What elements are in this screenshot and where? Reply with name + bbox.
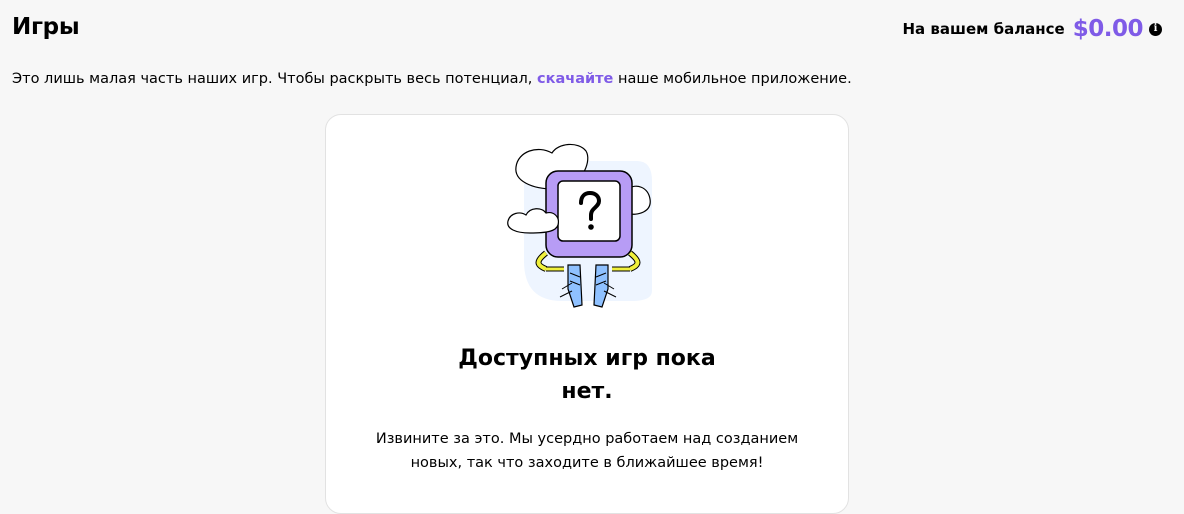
balance-amount: $0.00	[1072, 16, 1144, 42]
empty-state-illustration	[507, 143, 652, 308]
empty-state-title: Доступных игр пока нет.	[458, 346, 716, 404]
intro-text: Это лишь малая часть наших игр. Чтобы ра…	[12, 71, 852, 87]
balance-section: На вашем балансе $0.00 i	[902, 14, 1162, 44]
intro-text-after: наше мобильное приложение.	[613, 71, 852, 87]
page-title: Игры	[12, 14, 80, 40]
download-link[interactable]: скачайте	[537, 71, 613, 87]
empty-state-message: Извините за это. Мы усердно работаем над…	[375, 431, 799, 471]
info-icon[interactable]: i	[1149, 22, 1162, 36]
empty-state-card: Доступных игр пока нет. Извините за это.…	[325, 114, 849, 514]
intro-text-before: Это лишь малая часть наших игр. Чтобы ра…	[12, 71, 538, 87]
balance-label: На вашем балансе	[902, 20, 1065, 38]
